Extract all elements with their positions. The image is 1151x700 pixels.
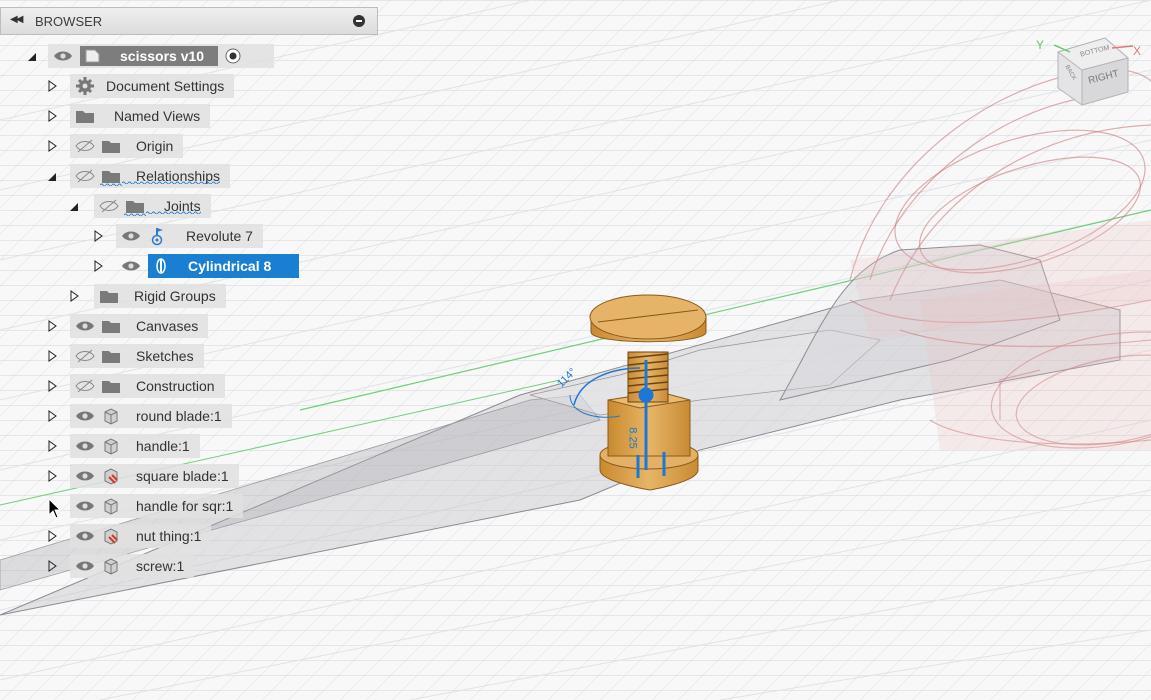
tree-chip[interactable]: Construction [70,374,225,398]
visibility-hidden-icon[interactable] [74,376,96,396]
axis-x-label: X [1133,44,1142,58]
folder-icon [98,286,120,306]
collapsed-triangle-icon[interactable] [46,379,58,393]
component-icon [100,406,122,426]
tree-item-label: Revolute 7 [186,228,253,244]
collapsed-triangle-icon[interactable] [46,559,58,573]
visibility-eye-icon[interactable] [74,496,96,516]
collapsed-triangle-icon[interactable] [46,439,58,453]
browser-title: BROWSER [35,14,103,29]
tree-item-label: Sketches [136,348,194,364]
collapsed-triangle-icon[interactable] [92,229,104,243]
folder-icon [100,346,122,366]
expanded-triangle-icon[interactable] [68,199,80,213]
revolute-joint-icon [146,226,168,246]
root-chip[interactable]: scissors v10 [48,44,274,68]
tree-item-label: Canvases [136,318,199,334]
visibility-hidden-icon[interactable] [74,166,96,186]
root-label: scissors v10 [120,48,205,64]
collapsed-triangle-icon[interactable] [46,469,58,483]
tree-item-label: Rigid Groups [134,288,216,304]
tree-chip[interactable]: handle for sqr:1 [70,494,244,518]
collapsed-triangle-icon[interactable] [46,109,58,123]
tree-item-label: Origin [136,138,174,154]
minimize-panel-icon[interactable] [353,15,365,27]
visibility-eye-icon[interactable] [74,316,96,336]
component-pinned-icon [100,466,122,486]
component-icon [100,436,122,456]
tree-item-label: round blade:1 [136,408,222,424]
component-icon [100,556,122,576]
collapsed-triangle-icon[interactable] [46,319,58,333]
tree-chip[interactable]: Origin [70,134,184,158]
selected-highlight[interactable]: Cylindrical 8 [148,254,300,278]
visibility-hidden-icon[interactable] [74,346,96,366]
folder-icon [100,166,122,186]
expanded-triangle-icon[interactable] [46,169,58,183]
browser-header: ◀◀ BROWSER [0,7,378,35]
component-pinned-icon [100,526,122,546]
tree-chip[interactable]: Relationships [70,164,231,188]
visibility-eye-icon[interactable] [74,526,96,546]
tree-chip[interactable]: Cylindrical 8 [116,254,300,278]
document-icon [85,49,100,63]
tree-chip[interactable]: nut thing:1 [70,524,212,548]
expanded-triangle-icon[interactable] [26,49,38,63]
tree-item-label: screw:1 [136,558,185,574]
visibility-eye-icon[interactable] [74,556,96,576]
tree-item-label: Cylindrical 8 [188,258,272,274]
tree-item-label: Joints [146,198,201,214]
tree-chip[interactable]: handle:1 [70,434,200,458]
mouse-cursor-icon [48,498,62,519]
tree-chip[interactable]: Named Views [70,104,211,128]
visibility-eye-icon[interactable] [74,466,96,486]
folder-icon [124,196,146,216]
visibility-hidden-icon[interactable] [74,136,96,156]
tree-item-label: Construction [136,378,215,394]
tree-item-label: nut thing:1 [136,528,202,544]
tree-chip[interactable]: Canvases [70,314,209,338]
folder-icon [100,376,122,396]
tree-chip[interactable]: square blade:1 [70,464,239,488]
component-icon [100,496,122,516]
collapse-panel-icon[interactable]: ◀◀ [10,14,23,25]
tree-chip[interactable]: round blade:1 [70,404,232,428]
tree-item-label: square blade:1 [136,468,229,484]
visibility-hidden-icon[interactable] [98,196,120,216]
folder-icon [100,316,122,336]
tree-item-label: Named Views [114,108,201,124]
tree-chip[interactable]: Sketches [70,344,204,368]
root-label-box: scissors v10 [80,46,218,66]
tree-chip[interactable]: Revolute 7 [116,224,263,248]
gear-icon [74,76,96,96]
folder-icon [100,136,122,156]
visibility-eye-icon[interactable] [120,226,142,246]
tree-chip[interactable]: Joints [94,194,211,218]
collapsed-triangle-icon[interactable] [46,139,58,153]
tree-item-label: Document Settings [106,78,225,94]
tree-chip[interactable]: Document Settings [70,74,235,98]
folder-icon [74,106,96,126]
distance-annotation: 8.25 [626,427,639,449]
visibility-eye-icon[interactable] [74,406,96,426]
activate-radio-icon[interactable] [222,46,244,66]
cylindrical-joint-icon [150,256,172,276]
collapsed-triangle-icon[interactable] [46,79,58,93]
tree-item-label: handle for sqr:1 [136,498,234,514]
collapsed-triangle-icon[interactable] [46,349,58,363]
tree-item-label: handle:1 [136,438,190,454]
visibility-eye-icon[interactable] [52,46,74,66]
axis-y-label: Y [1036,38,1045,52]
visibility-eye-icon[interactable] [120,256,142,276]
collapsed-triangle-icon[interactable] [92,259,104,273]
tree-item-label: Relationships [122,168,221,184]
tree-chip[interactable]: Rigid Groups [94,284,226,308]
visibility-eye-icon[interactable] [74,436,96,456]
collapsed-triangle-icon[interactable] [46,409,58,423]
collapsed-triangle-icon[interactable] [68,289,80,303]
tree-chip[interactable]: screw:1 [70,554,195,578]
collapsed-triangle-icon[interactable] [46,529,58,543]
